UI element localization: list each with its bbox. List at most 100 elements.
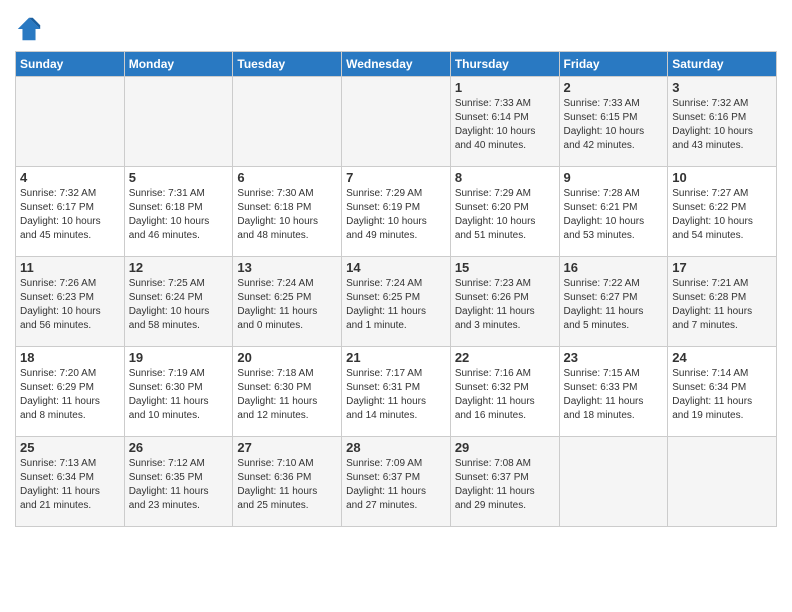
day-number: 14 <box>346 260 446 275</box>
calendar-cell: 13 Sunrise: 7:24 AM Sunset: 6:25 PM Dayli… <box>233 257 342 347</box>
calendar-week-3: 11Sunrise: 7:26 AM Sunset: 6:23 PM Dayli… <box>16 257 777 347</box>
calendar-cell: 8 Sunrise: 7:29 AM Sunset: 6:20 PM Daylig… <box>450 167 559 257</box>
day-info: Sunrise: 7:19 AM Sunset: 6:30 PM Dayligh… <box>129 367 229 423</box>
day-number: 1 <box>455 80 555 95</box>
day-info: Sunrise: 7:29 AM Sunset: 6:19 PM Dayligh… <box>346 187 446 243</box>
day-number: 22 <box>455 350 555 365</box>
calendar-week-2: 4 Sunrise: 7:32 AM Sunset: 6:17 PM Daylig… <box>16 167 777 257</box>
day-number: 23 <box>564 350 664 365</box>
calendar-cell: 1 Sunrise: 7:33 AM Sunset: 6:14 PM Daylig… <box>450 77 559 167</box>
weekday-saturday: Saturday <box>668 52 777 77</box>
day-number: 29 <box>455 440 555 455</box>
day-info: Sunrise: 7:21 AM Sunset: 6:28 PM Dayligh… <box>672 277 772 333</box>
calendar-cell: 2 Sunrise: 7:33 AM Sunset: 6:15 PM Daylig… <box>559 77 668 167</box>
calendar-cell: 28Sunrise: 7:09 AM Sunset: 6:37 PM Dayli… <box>342 437 451 527</box>
day-info: Sunrise: 7:17 AM Sunset: 6:31 PM Dayligh… <box>346 367 446 423</box>
calendar-cell: 22 Sunrise: 7:16 AM Sunset: 6:32 PM Dayli… <box>450 347 559 437</box>
day-number: 7 <box>346 170 446 185</box>
calendar-cell: 9Sunrise: 7:28 AM Sunset: 6:21 PM Daylig… <box>559 167 668 257</box>
day-number: 21 <box>346 350 446 365</box>
calendar-header: SundayMondayTuesdayWednesdayThursdayFrid… <box>16 52 777 77</box>
day-info: Sunrise: 7:33 AM Sunset: 6:15 PM Dayligh… <box>564 97 664 153</box>
calendar-cell <box>559 437 668 527</box>
day-info: Sunrise: 7:10 AM Sunset: 6:36 PM Dayligh… <box>237 457 337 513</box>
day-number: 6 <box>237 170 337 185</box>
day-info: Sunrise: 7:31 AM Sunset: 6:18 PM Dayligh… <box>129 187 229 243</box>
day-info: Sunrise: 7:27 AM Sunset: 6:22 PM Dayligh… <box>672 187 772 243</box>
calendar-cell <box>233 77 342 167</box>
calendar-week-1: 1 Sunrise: 7:33 AM Sunset: 6:14 PM Daylig… <box>16 77 777 167</box>
calendar-week-5: 25 Sunrise: 7:13 AM Sunset: 6:34 PM Dayli… <box>16 437 777 527</box>
weekday-tuesday: Tuesday <box>233 52 342 77</box>
day-number: 16 <box>564 260 664 275</box>
calendar-cell: 7 Sunrise: 7:29 AM Sunset: 6:19 PM Daylig… <box>342 167 451 257</box>
day-info: Sunrise: 7:12 AM Sunset: 6:35 PM Dayligh… <box>129 457 229 513</box>
calendar-cell: 18 Sunrise: 7:20 AM Sunset: 6:29 PM Dayli… <box>16 347 125 437</box>
logo <box>15 15 46 43</box>
day-info: Sunrise: 7:29 AM Sunset: 6:20 PM Dayligh… <box>455 187 555 243</box>
day-number: 12 <box>129 260 229 275</box>
day-number: 13 <box>237 260 337 275</box>
day-info: Sunrise: 7:24 AM Sunset: 6:25 PM Dayligh… <box>237 277 337 333</box>
day-info: Sunrise: 7:08 AM Sunset: 6:37 PM Dayligh… <box>455 457 555 513</box>
day-number: 19 <box>129 350 229 365</box>
day-number: 15 <box>455 260 555 275</box>
day-number: 9 <box>564 170 664 185</box>
day-info: Sunrise: 7:24 AM Sunset: 6:25 PM Dayligh… <box>346 277 446 333</box>
calendar-cell: 27 Sunrise: 7:10 AM Sunset: 6:36 PM Dayli… <box>233 437 342 527</box>
day-number: 27 <box>237 440 337 455</box>
calendar-cell: 4 Sunrise: 7:32 AM Sunset: 6:17 PM Daylig… <box>16 167 125 257</box>
calendar-cell: 23 Sunrise: 7:15 AM Sunset: 6:33 PM Dayli… <box>559 347 668 437</box>
day-info: Sunrise: 7:18 AM Sunset: 6:30 PM Dayligh… <box>237 367 337 423</box>
calendar-cell <box>668 437 777 527</box>
day-number: 4 <box>20 170 120 185</box>
day-number: 24 <box>672 350 772 365</box>
weekday-thursday: Thursday <box>450 52 559 77</box>
calendar-cell: 10Sunrise: 7:27 AM Sunset: 6:22 PM Dayli… <box>668 167 777 257</box>
calendar-cell: 26 Sunrise: 7:12 AM Sunset: 6:35 PM Dayli… <box>124 437 233 527</box>
calendar-cell: 3Sunrise: 7:32 AM Sunset: 6:16 PM Daylig… <box>668 77 777 167</box>
weekday-monday: Monday <box>124 52 233 77</box>
day-info: Sunrise: 7:16 AM Sunset: 6:32 PM Dayligh… <box>455 367 555 423</box>
calendar-cell: 12Sunrise: 7:25 AM Sunset: 6:24 PM Dayli… <box>124 257 233 347</box>
day-info: Sunrise: 7:09 AM Sunset: 6:37 PM Dayligh… <box>346 457 446 513</box>
calendar-body: 1 Sunrise: 7:33 AM Sunset: 6:14 PM Daylig… <box>16 77 777 527</box>
day-number: 25 <box>20 440 120 455</box>
day-number: 18 <box>20 350 120 365</box>
day-info: Sunrise: 7:20 AM Sunset: 6:29 PM Dayligh… <box>20 367 120 423</box>
day-info: Sunrise: 7:33 AM Sunset: 6:14 PM Dayligh… <box>455 97 555 153</box>
day-number: 2 <box>564 80 664 95</box>
calendar-week-4: 18 Sunrise: 7:20 AM Sunset: 6:29 PM Dayli… <box>16 347 777 437</box>
day-number: 5 <box>129 170 229 185</box>
calendar-cell: 14 Sunrise: 7:24 AM Sunset: 6:25 PM Dayli… <box>342 257 451 347</box>
day-number: 8 <box>455 170 555 185</box>
calendar-cell: 21 Sunrise: 7:17 AM Sunset: 6:31 PM Dayli… <box>342 347 451 437</box>
weekday-sunday: Sunday <box>16 52 125 77</box>
day-info: Sunrise: 7:30 AM Sunset: 6:18 PM Dayligh… <box>237 187 337 243</box>
calendar-cell: 6 Sunrise: 7:30 AM Sunset: 6:18 PM Daylig… <box>233 167 342 257</box>
calendar-cell: 25 Sunrise: 7:13 AM Sunset: 6:34 PM Dayli… <box>16 437 125 527</box>
calendar-cell: 16 Sunrise: 7:22 AM Sunset: 6:27 PM Dayli… <box>559 257 668 347</box>
calendar-cell: 5 Sunrise: 7:31 AM Sunset: 6:18 PM Daylig… <box>124 167 233 257</box>
weekday-friday: Friday <box>559 52 668 77</box>
page-header <box>15 10 777 43</box>
day-info: Sunrise: 7:15 AM Sunset: 6:33 PM Dayligh… <box>564 367 664 423</box>
calendar-cell: 11Sunrise: 7:26 AM Sunset: 6:23 PM Dayli… <box>16 257 125 347</box>
calendar-cell: 19 Sunrise: 7:19 AM Sunset: 6:30 PM Dayli… <box>124 347 233 437</box>
weekday-header-row: SundayMondayTuesdayWednesdayThursdayFrid… <box>16 52 777 77</box>
calendar-table: SundayMondayTuesdayWednesdayThursdayFrid… <box>15 51 777 527</box>
day-number: 11 <box>20 260 120 275</box>
day-info: Sunrise: 7:14 AM Sunset: 6:34 PM Dayligh… <box>672 367 772 423</box>
weekday-wednesday: Wednesday <box>342 52 451 77</box>
day-info: Sunrise: 7:23 AM Sunset: 6:26 PM Dayligh… <box>455 277 555 333</box>
calendar-cell: 15 Sunrise: 7:23 AM Sunset: 6:26 PM Dayli… <box>450 257 559 347</box>
calendar-cell: 24 Sunrise: 7:14 AM Sunset: 6:34 PM Dayli… <box>668 347 777 437</box>
calendar-cell <box>16 77 125 167</box>
day-number: 17 <box>672 260 772 275</box>
calendar-cell: 17 Sunrise: 7:21 AM Sunset: 6:28 PM Dayli… <box>668 257 777 347</box>
day-info: Sunrise: 7:22 AM Sunset: 6:27 PM Dayligh… <box>564 277 664 333</box>
logo-icon <box>15 15 43 43</box>
day-number: 26 <box>129 440 229 455</box>
day-info: Sunrise: 7:13 AM Sunset: 6:34 PM Dayligh… <box>20 457 120 513</box>
day-info: Sunrise: 7:32 AM Sunset: 6:17 PM Dayligh… <box>20 187 120 243</box>
